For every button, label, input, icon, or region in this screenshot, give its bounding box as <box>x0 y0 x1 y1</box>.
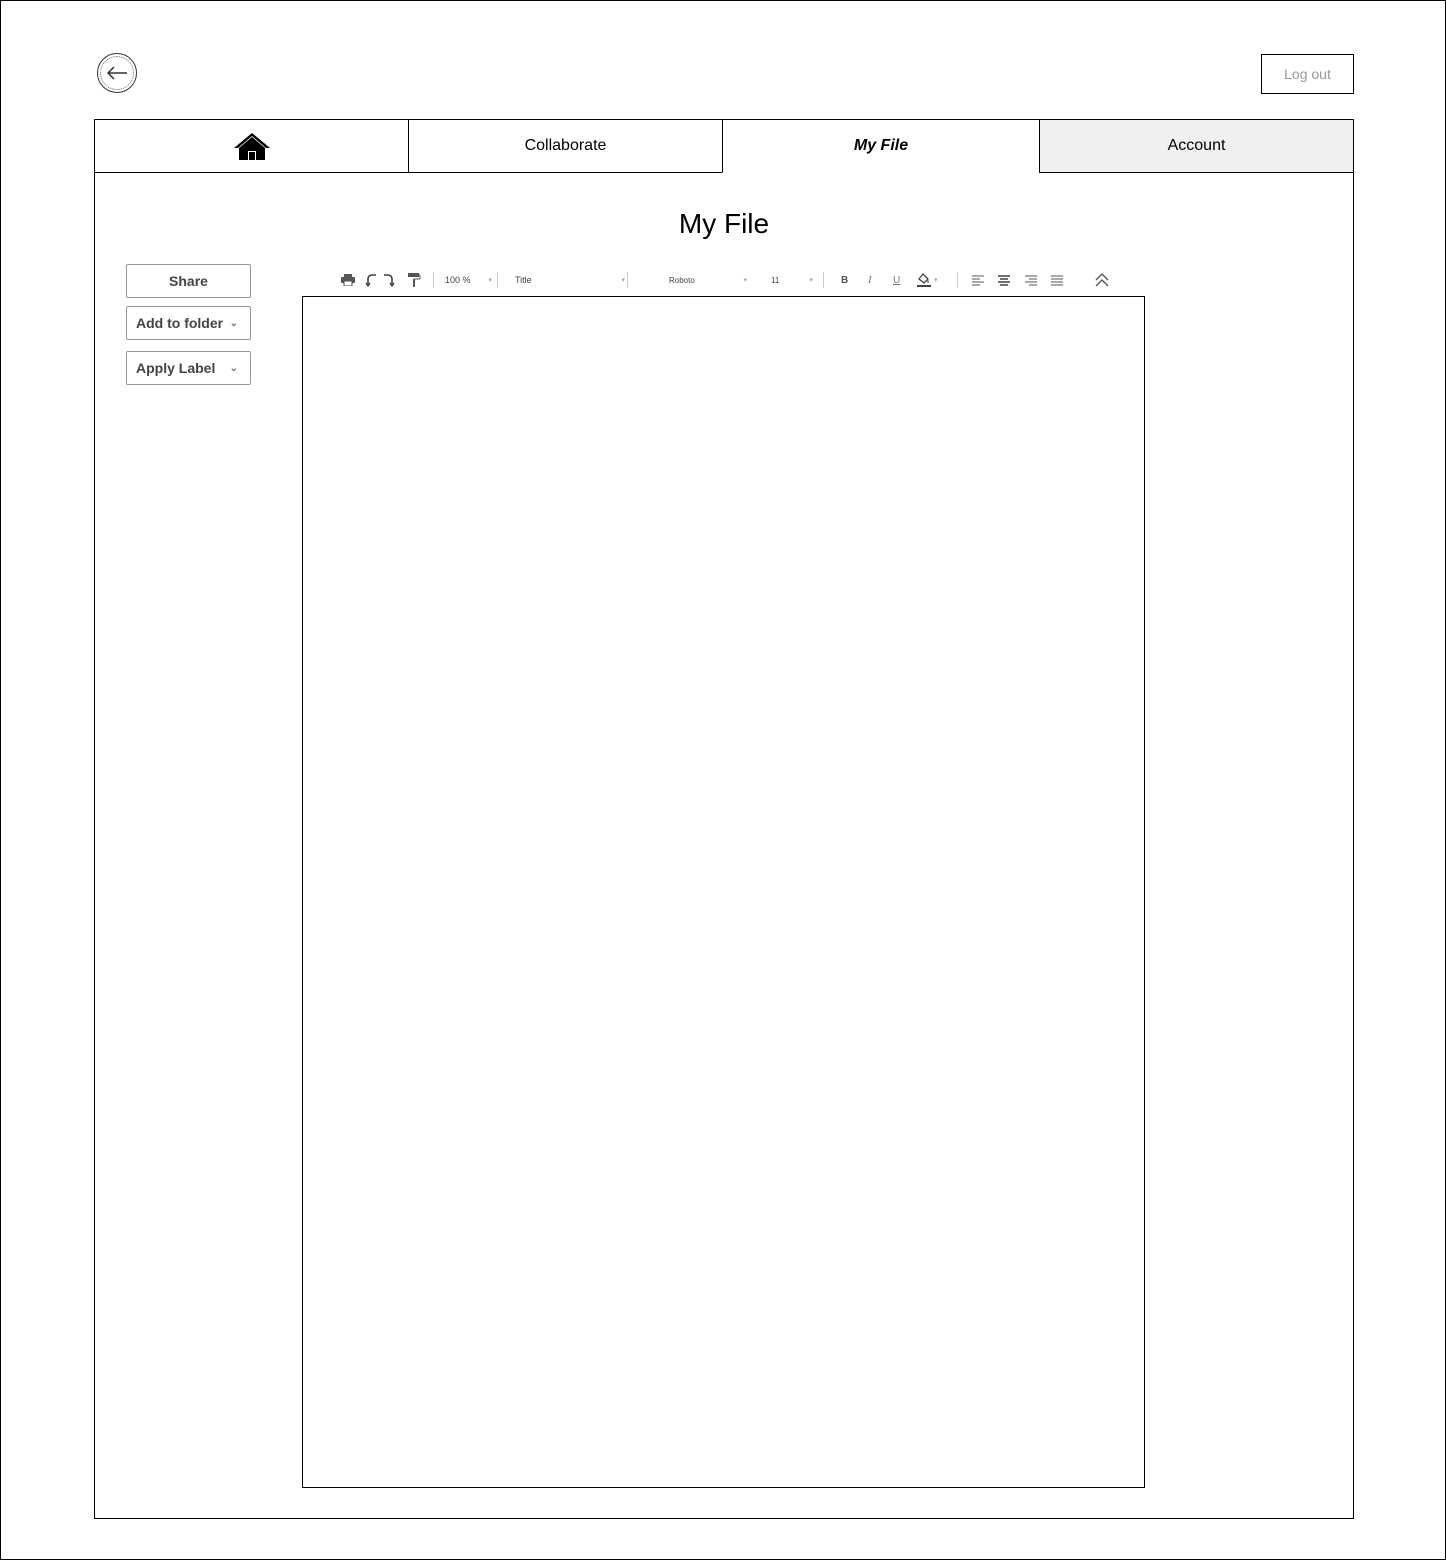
align-center-button[interactable] <box>998 268 1010 292</box>
underline-button[interactable]: U <box>893 268 900 292</box>
caret-down-icon: ▾ <box>743 277 747 284</box>
toolbar-separator <box>627 272 628 288</box>
tab-my-file[interactable]: My File <box>722 119 1040 173</box>
toolbar-separator <box>823 272 824 288</box>
bold-label: B <box>841 274 849 286</box>
add-to-folder-dropdown[interactable]: Add to folder ⌄ <box>126 306 251 340</box>
style-select[interactable]: Title ▾ <box>515 268 625 292</box>
chevron-down-icon: ⌄ <box>229 318 238 329</box>
main-panel: Collaborate My File Account My File Shar… <box>94 119 1354 1519</box>
home-icon <box>233 133 270 160</box>
redo-button[interactable] <box>383 268 395 292</box>
arrow-left-icon <box>106 66 127 80</box>
tab-bar: Collaborate My File Account <box>94 119 1354 174</box>
align-center-icon <box>998 274 1010 286</box>
app-frame: Log out Collaborate My File Account My F… <box>0 0 1446 1560</box>
tab-account-label: Account <box>1167 137 1226 154</box>
font-size-value: 11 <box>771 275 780 285</box>
toolbar-separator <box>957 272 958 288</box>
align-left-icon <box>972 275 984 285</box>
style-value: Title <box>515 275 532 285</box>
add-to-folder-label: Add to folder <box>136 315 224 331</box>
undo-icon <box>365 274 376 287</box>
paint-format-icon <box>408 273 421 287</box>
undo-button[interactable] <box>365 268 377 292</box>
align-justify-icon <box>1051 275 1063 285</box>
zoom-select[interactable]: 100 % ▾ <box>445 268 492 292</box>
tab-account[interactable]: Account <box>1039 119 1354 173</box>
align-right-button[interactable] <box>1025 268 1037 292</box>
caret-down-icon: ▾ <box>621 277 625 284</box>
align-right-icon <box>1025 275 1037 285</box>
logout-button[interactable]: Log out <box>1261 54 1354 94</box>
bold-button[interactable]: B <box>841 268 848 292</box>
caret-down-icon: ▾ <box>809 277 813 284</box>
apply-label-label: Apply Label <box>136 360 216 376</box>
font-size-select[interactable]: 11 ▾ <box>771 268 813 292</box>
tab-collaborate-label: Collaborate <box>524 137 607 154</box>
document-editor[interactable] <box>302 296 1145 1488</box>
highlight-color-button[interactable]: ▾ <box>917 268 938 292</box>
paint-format-button[interactable] <box>407 268 421 292</box>
apply-label-dropdown[interactable]: Apply Label ⌄ <box>126 351 251 385</box>
font-select[interactable]: Roboto ▾ <box>669 268 747 292</box>
align-left-button[interactable] <box>972 268 984 292</box>
double-chevron-up-icon <box>1095 273 1109 287</box>
zoom-value: 100 % <box>445 275 471 285</box>
editor-toolbar: 100 % ▾ Title ▾ Roboto ▾ 11 ▾ B I U ▾ <box>335 268 1115 292</box>
underline-label: U <box>893 274 901 286</box>
font-value: Roboto <box>669 275 695 285</box>
caret-down-icon: ▾ <box>488 277 493 284</box>
share-button[interactable]: Share <box>126 264 251 298</box>
collapse-toolbar-button[interactable] <box>1095 268 1109 292</box>
tab-my-file-label: My File <box>853 137 909 154</box>
toolbar-separator <box>433 272 434 288</box>
italic-button[interactable]: I <box>868 268 872 292</box>
toolbar-separator <box>497 272 498 288</box>
print-button[interactable] <box>341 268 355 292</box>
tab-collaborate[interactable]: Collaborate <box>408 119 723 173</box>
justify-button[interactable] <box>1051 268 1063 292</box>
chevron-down-icon: ⌄ <box>229 363 238 374</box>
back-button[interactable] <box>97 53 137 93</box>
caret-down-icon: ▾ <box>934 277 938 284</box>
italic-label: I <box>868 274 872 286</box>
tab-home[interactable] <box>94 119 409 173</box>
redo-icon <box>384 274 395 287</box>
fill-color-icon <box>917 273 931 287</box>
page-title: My File <box>678 208 770 239</box>
print-icon <box>341 274 355 286</box>
